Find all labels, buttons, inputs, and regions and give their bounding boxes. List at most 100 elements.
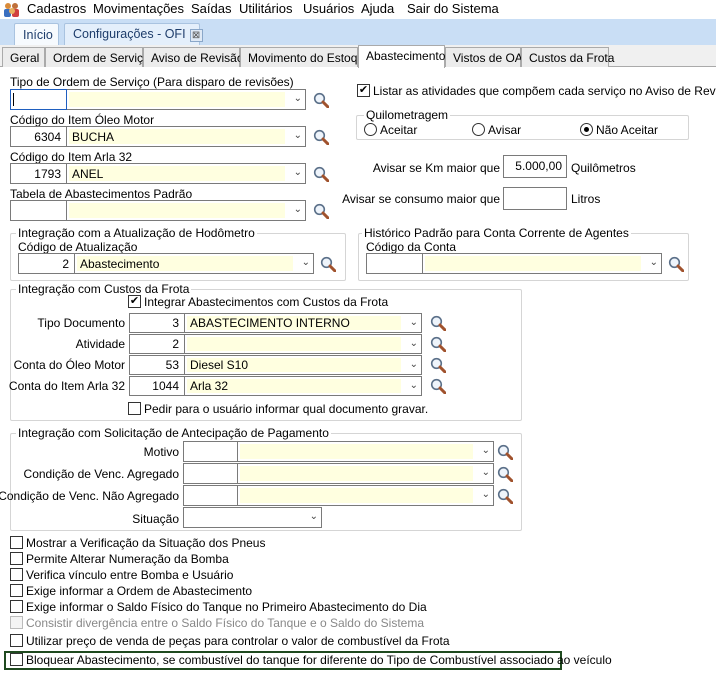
oleo-desc-select[interactable]: BUCHA ⌄ xyxy=(67,126,306,147)
tipo-os-code-input[interactable] xyxy=(10,89,67,110)
desc-value xyxy=(69,203,285,218)
radio-avisar[interactable] xyxy=(472,123,485,136)
arla-desc-select[interactable]: ANEL ⌄ xyxy=(67,163,306,184)
custos-row-code-input[interactable]: 3 xyxy=(129,313,185,333)
option-checkbox[interactable] xyxy=(10,653,23,666)
close-icon[interactable]: ⊠ xyxy=(189,29,203,42)
km-unit: Quilômetros xyxy=(571,161,636,175)
custos-row-code-input[interactable]: 53 xyxy=(129,355,185,375)
search-icon[interactable] xyxy=(320,256,336,272)
subtab-custos-frota[interactable]: Custos da Frota xyxy=(521,47,614,67)
option-checkbox[interactable] xyxy=(10,584,23,597)
menu-utilitarios[interactable]: Utilitários xyxy=(239,1,292,16)
menu-movimentacoes[interactable]: Movimentações xyxy=(93,1,184,16)
page-tab-strip: Início Configurações - OFI ⊠ xyxy=(0,19,716,45)
menu-saidas[interactable]: Saídas xyxy=(191,1,231,16)
users-app-icon xyxy=(3,1,21,18)
antecipacao-row-code-input[interactable] xyxy=(183,441,238,462)
search-icon[interactable] xyxy=(313,203,329,219)
desc-value xyxy=(425,256,641,271)
antecipacao-row-desc-select[interactable]: ⌄ xyxy=(238,485,494,506)
radio-aceitar-label: Aceitar xyxy=(380,123,418,137)
subtab-aviso-revisao[interactable]: Aviso de Revisão xyxy=(143,47,244,67)
tipo-os-label: Tipo de Ordem de Serviço (Para disparo d… xyxy=(10,75,294,89)
radio-nao-aceitar[interactable] xyxy=(580,123,593,136)
situacao-select[interactable]: ⌄ xyxy=(183,507,322,528)
consumo-label: Avisar se consumo maior que xyxy=(342,192,500,206)
custos-row-label: Conta do Óleo Motor xyxy=(13,358,125,372)
custos-row-desc-select[interactable]: Diesel S10 ⌄ xyxy=(185,355,422,375)
custos-row-code-input[interactable]: 2 xyxy=(129,334,185,354)
historico-desc-select[interactable]: ⌄ xyxy=(423,253,662,274)
subtab-vistos-oa[interactable]: Vistos de OA xyxy=(445,47,523,67)
subtab-abastecimento[interactable]: Abastecimento xyxy=(358,45,445,68)
tab-configuracoes[interactable]: Configurações - OFI ⊠ xyxy=(64,23,203,45)
integrar-label: Integrar Abastecimentos com Custos da Fr… xyxy=(144,295,389,309)
menu-ajuda[interactable]: Ajuda xyxy=(361,1,394,16)
historico-code-input[interactable] xyxy=(366,253,423,274)
consumo-input[interactable] xyxy=(503,187,567,210)
search-icon[interactable] xyxy=(313,129,329,145)
listar-label: Listar as atividades que compõem cada se… xyxy=(373,84,716,98)
arla-label: Código do Item Arla 32 xyxy=(10,150,133,164)
option-checkbox[interactable] xyxy=(10,634,23,647)
hodometro-desc-select[interactable]: Abastecimento ⌄ xyxy=(75,253,314,274)
search-icon[interactable] xyxy=(430,336,446,352)
antecipacao-row-code-input[interactable] xyxy=(183,463,238,484)
search-icon[interactable] xyxy=(430,315,446,331)
menu-sair[interactable]: Sair do Sistema xyxy=(407,1,499,16)
arla-code-input[interactable]: 1793 xyxy=(10,163,67,184)
option-checkbox[interactable] xyxy=(10,568,23,581)
antecipacao-row-desc-select[interactable]: ⌄ xyxy=(238,441,494,462)
radio-aceitar[interactable] xyxy=(364,123,377,136)
integrar-checkbox[interactable]: ✔ xyxy=(128,295,141,308)
search-icon[interactable] xyxy=(668,256,684,272)
custos-row-label: Tipo Documento xyxy=(37,316,125,330)
option-checkbox[interactable] xyxy=(10,600,23,613)
tabela-code-input[interactable] xyxy=(10,200,67,221)
option-label: Utilizar preço de venda de peças para co… xyxy=(26,634,450,648)
consumo-unit: Litros xyxy=(571,192,601,206)
listar-checkbox[interactable]: ✔ xyxy=(357,84,370,97)
chevron-down-icon: ⌄ xyxy=(409,380,418,391)
custos-row-desc-select[interactable]: ⌄ xyxy=(185,334,422,354)
option-checkbox[interactable] xyxy=(10,552,23,565)
option-label: Mostrar a Verificação da Situação dos Pn… xyxy=(26,536,266,550)
pedir-checkbox[interactable] xyxy=(128,402,141,415)
custos-row-code-input[interactable]: 1044 xyxy=(129,376,185,396)
search-icon[interactable] xyxy=(497,466,513,482)
subtab-geral[interactable]: Geral xyxy=(2,47,45,67)
km-input[interactable]: 5.000,00 xyxy=(503,155,567,178)
subtab-ordem-servico[interactable]: Ordem de Serviço xyxy=(45,47,150,67)
option-checkbox[interactable] xyxy=(10,536,23,549)
chevron-down-icon: ⌄ xyxy=(409,338,418,349)
hodometro-label: Código de Atualização xyxy=(18,240,138,254)
custos-row-desc-select[interactable]: ABASTECIMENTO INTERNO ⌄ xyxy=(185,313,422,333)
antecipacao-row-desc-select[interactable]: ⌄ xyxy=(238,463,494,484)
search-icon[interactable] xyxy=(430,378,446,394)
tab-label: Início xyxy=(23,28,53,42)
desc-value: ABASTECIMENTO INTERNO xyxy=(187,316,401,330)
menu-cadastros[interactable]: Cadastros xyxy=(27,1,86,16)
search-icon[interactable] xyxy=(313,92,329,108)
search-icon[interactable] xyxy=(497,488,513,504)
oleo-code-input[interactable]: 6304 xyxy=(10,126,67,147)
custos-row-desc-select[interactable]: Arla 32 ⌄ xyxy=(185,376,422,396)
desc-value: Diesel S10 xyxy=(187,358,401,372)
quilometragem-legend: Quilometragem xyxy=(364,108,451,122)
chevron-down-icon: ⌄ xyxy=(649,257,658,268)
search-icon[interactable] xyxy=(430,357,446,373)
option-checkbox xyxy=(10,616,23,629)
desc-value xyxy=(240,488,473,503)
search-icon[interactable] xyxy=(313,166,329,182)
antecipacao-row-code-input[interactable] xyxy=(183,485,238,506)
tabela-desc-select[interactable]: ⌄ xyxy=(67,200,306,221)
desc-value xyxy=(240,466,473,481)
menu-usuarios[interactable]: Usuários xyxy=(303,1,354,16)
tab-inicio[interactable]: Início xyxy=(14,23,59,45)
hodometro-code-input[interactable]: 2 xyxy=(18,253,75,274)
chevron-down-icon: ⌄ xyxy=(293,204,302,215)
search-icon[interactable] xyxy=(497,444,513,460)
subtab-movimento-estoque[interactable]: Movimento do Estoque xyxy=(240,47,371,67)
tipo-os-desc-select[interactable]: ⌄ xyxy=(67,89,306,110)
